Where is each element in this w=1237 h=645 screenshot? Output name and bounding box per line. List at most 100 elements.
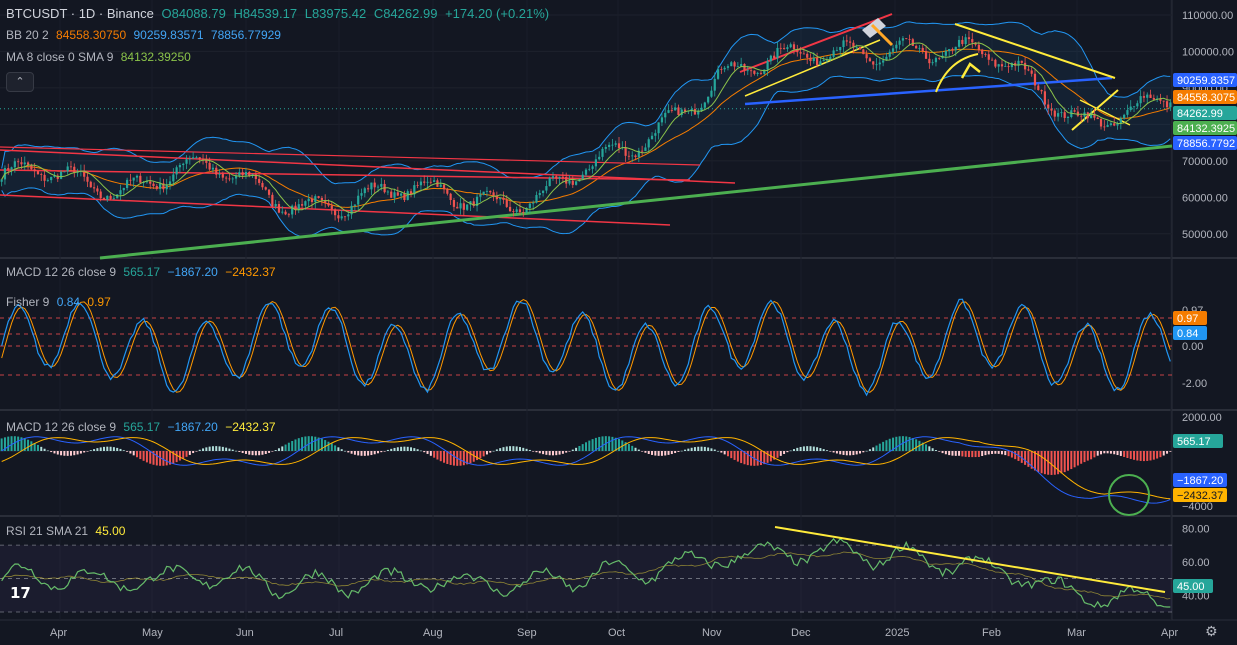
candle-body <box>353 204 357 206</box>
macd-hist-bar <box>565 451 568 453</box>
candle-body <box>1040 90 1043 92</box>
candle-body <box>561 176 564 178</box>
macd-hist-bar <box>373 451 376 455</box>
candle-body <box>284 211 287 215</box>
settings-gear-icon[interactable]: ⚙ <box>1205 623 1218 640</box>
rsi-legend[interactable]: RSI 21 SMA 21 45.00 <box>6 523 129 539</box>
candle-body <box>92 187 96 189</box>
macd-hist-bar <box>482 451 485 457</box>
candle-body <box>1066 116 1070 118</box>
macd-hist-bar <box>360 451 363 456</box>
candle-body <box>611 144 614 146</box>
macd-hist-bar <box>1100 451 1103 455</box>
candle-body <box>1037 85 1040 91</box>
candle-body <box>393 192 396 198</box>
collapse-chevron-icon[interactable]: ⌃ <box>6 72 34 92</box>
candle-body <box>208 162 211 170</box>
candle-body <box>195 157 198 159</box>
macd-hist-bar <box>941 451 944 454</box>
candle-body <box>512 211 515 212</box>
candle-body <box>535 195 538 203</box>
candle-body <box>347 214 350 217</box>
candle-body <box>442 184 446 190</box>
macd-hist-bar <box>178 451 181 461</box>
macd-hist-bar <box>479 451 482 459</box>
macd-hist-bar <box>1133 451 1136 460</box>
candle-body <box>182 163 185 166</box>
macd-hist-bar <box>192 451 195 454</box>
candle-body <box>555 176 558 179</box>
macd-hist-bar <box>799 446 802 451</box>
change-value: +174.20 (+0.21%) <box>445 6 550 21</box>
candle-body <box>812 57 815 62</box>
macd-hist-bar <box>383 451 386 452</box>
candle-body <box>845 40 848 42</box>
candle-body <box>403 193 406 200</box>
candle-body <box>551 176 555 178</box>
macd-hist-bar <box>1063 451 1066 473</box>
macd-hist-bar <box>175 451 178 463</box>
candle-body <box>1043 91 1046 105</box>
candle-body <box>40 174 43 176</box>
candle-body <box>1123 114 1126 119</box>
ma-legend[interactable]: MA 8 close 0 SMA 9 84132.39250 <box>6 49 195 65</box>
candle-body <box>1060 112 1063 114</box>
fisher-value-2: 0.97 <box>87 295 111 309</box>
macd-hist-bar <box>538 451 541 454</box>
macd-hist-bar <box>145 451 148 463</box>
candle-body <box>799 52 802 54</box>
macd-hist-bar <box>598 436 601 451</box>
candle-body <box>1057 113 1060 117</box>
candle-body <box>809 57 812 62</box>
candle-body <box>647 139 650 148</box>
macd2-legend[interactable]: MACD 12 26 close 9 565.17 −1867.20 −2432… <box>6 419 280 435</box>
macd-hist-bar <box>367 451 370 456</box>
macd-hist-bar <box>789 450 792 452</box>
macd-hist-bar <box>63 451 66 456</box>
macd-hist-bar <box>1166 451 1169 454</box>
macd-hist-bar <box>703 446 706 451</box>
candle-body <box>865 54 868 59</box>
macd1-legend[interactable]: MACD 12 26 close 9 565.17 −1867.20 −2432… <box>6 264 280 280</box>
candle-body <box>96 188 99 192</box>
candle-body <box>1142 96 1146 98</box>
candle-body <box>703 102 706 108</box>
candle-body <box>106 195 109 200</box>
candle-body <box>1047 104 1050 109</box>
candle-body <box>43 174 46 181</box>
rsi-value: 45.00 <box>95 524 126 538</box>
candle-body <box>911 39 914 46</box>
candle-body <box>462 203 465 210</box>
candle-body <box>951 49 954 51</box>
chart-canvas[interactable]: 110000.00100000.0090000.0080000.0070000.… <box>0 0 1237 645</box>
macd-hist-bar <box>268 451 271 453</box>
candle-body <box>1103 126 1106 128</box>
tradingview-logo-icon[interactable]: 17 <box>10 584 38 608</box>
macd-hist-bar <box>116 447 119 451</box>
bb-legend[interactable]: BB 20 2 84558.30750 90259.83571 78856.77… <box>6 27 285 43</box>
macd-hist-bar <box>208 446 211 451</box>
macd-hist-bar <box>618 438 621 451</box>
macd-hist-bar <box>868 449 871 451</box>
candle-body <box>522 212 525 213</box>
candle-body <box>99 191 102 199</box>
macd-hist-bar <box>433 451 436 458</box>
candle-body <box>248 171 251 176</box>
macd-hist-bar <box>7 436 10 451</box>
macd-hist-bar <box>585 442 587 451</box>
macd-hist-bar <box>601 436 604 451</box>
candle-body <box>723 67 726 70</box>
macd-hist-bar <box>129 451 132 454</box>
macd-hist-bar <box>961 451 964 457</box>
candle-body <box>654 133 657 136</box>
candle-body <box>429 181 432 183</box>
candle-body <box>617 143 621 149</box>
candle-body <box>307 198 310 202</box>
candle-body <box>340 216 343 219</box>
macd-hist-bar <box>50 451 53 453</box>
candle-body <box>901 38 905 41</box>
macd-hist-bar <box>406 446 409 451</box>
candle-body <box>581 174 584 180</box>
fisher-legend[interactable]: Fisher 9 0.84 0.97 <box>6 294 115 310</box>
symbol-name[interactable]: BTCUSDT · 1D · Binance <box>6 6 154 21</box>
